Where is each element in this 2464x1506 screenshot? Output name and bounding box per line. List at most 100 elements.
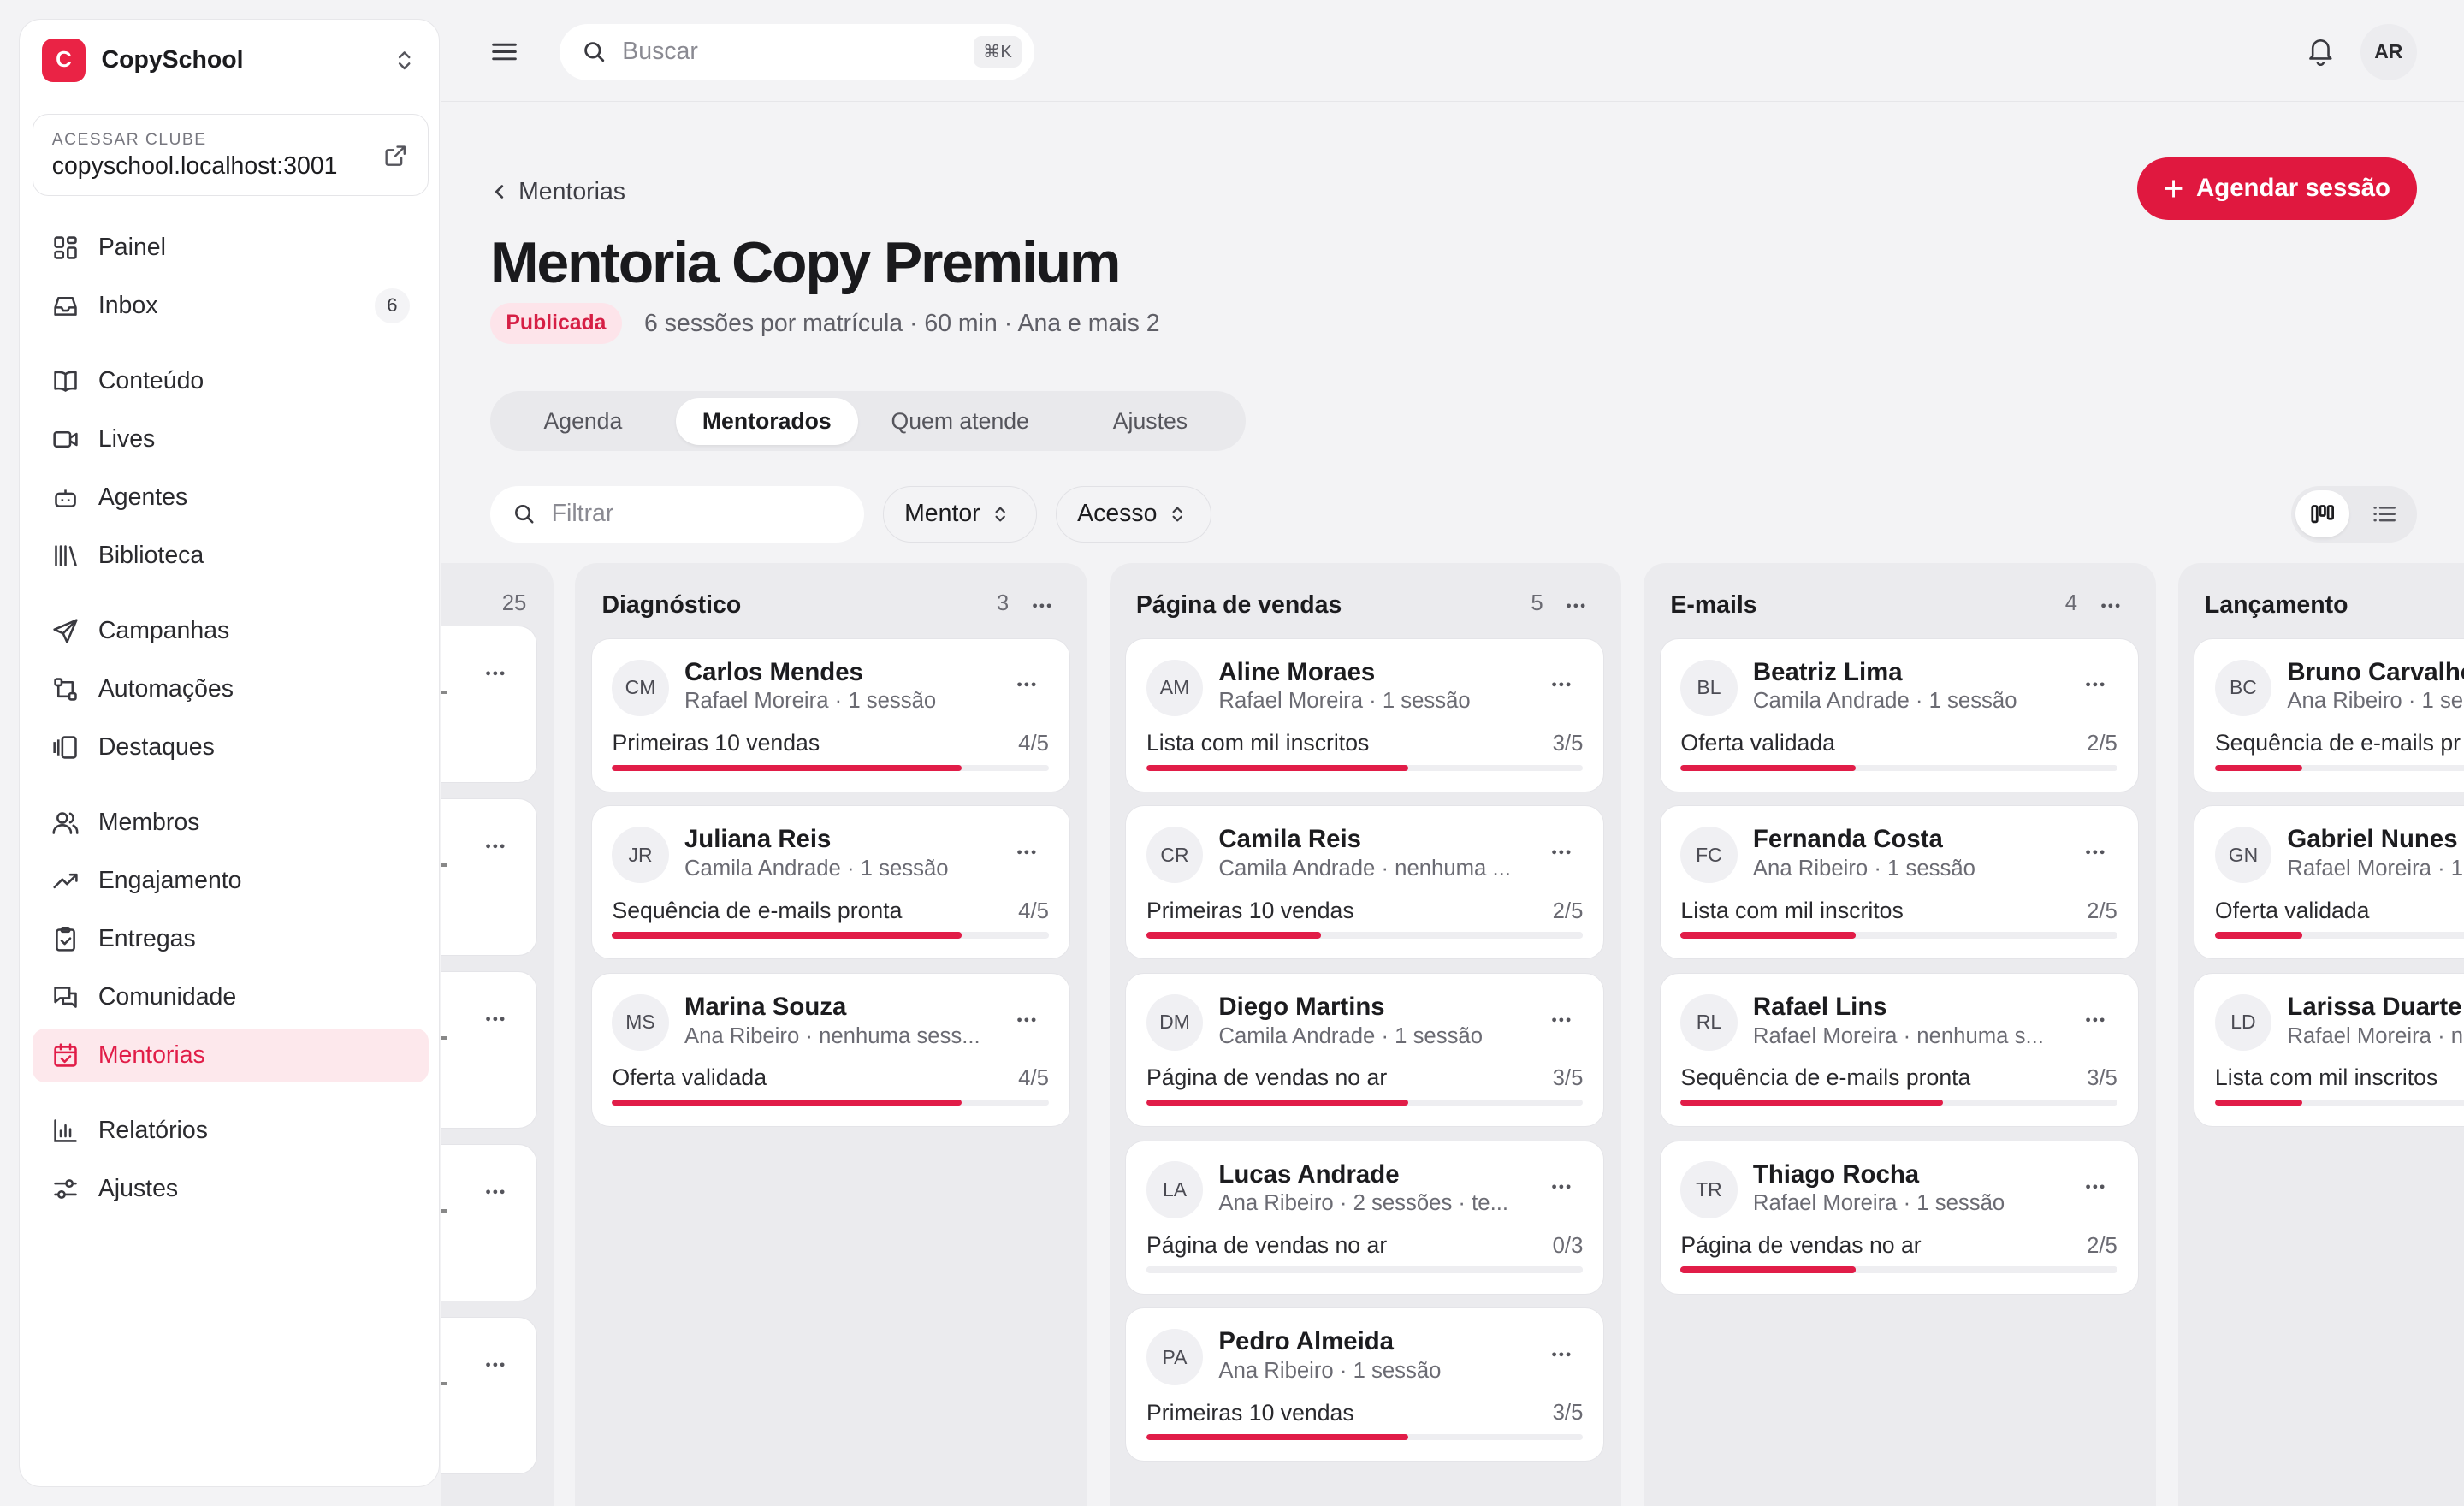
club-access-link[interactable]: ACESSAR CLUBE copyschool.localhost:3001	[32, 114, 429, 196]
avatar: LA	[1146, 1161, 1204, 1218]
sidebar-item-conteudo[interactable]: Conteúdo	[33, 354, 429, 407]
more-horizontal-icon[interactable]	[1550, 1176, 1573, 1198]
tab-ajustes[interactable]: Ajustes	[1063, 398, 1239, 445]
mentee-card[interactable]: DM Diego Martins Camila Andrade · 1 sessão…	[1125, 972, 1605, 1127]
board-card-partial[interactable]	[441, 1317, 538, 1474]
more-horizontal-icon[interactable]	[1016, 1008, 1038, 1030]
workspace-switcher[interactable]: C CopySchool	[41, 39, 418, 83]
mentee-card[interactable]: FC Fernanda Costa Ana Ribeiro · 1 sessão Li…	[1659, 805, 2139, 960]
avatar: TR	[1680, 1161, 1738, 1218]
progress-fill	[1680, 1099, 1943, 1106]
board-card-partial[interactable]	[441, 798, 538, 956]
avatar: BC	[2214, 659, 2272, 716]
sidebar-item-agentes[interactable]: Agentes	[33, 471, 429, 524]
breadcrumb[interactable]: Mentorias	[490, 176, 625, 208]
more-horizontal-icon[interactable]	[484, 1181, 506, 1203]
sidebar-item-biblioteca[interactable]: Biblioteca	[33, 529, 429, 582]
more-horizontal-icon[interactable]	[484, 662, 506, 685]
sidebar-item-engajamento[interactable]: Engajamento	[33, 854, 429, 907]
mentee-card[interactable]: AM Aline Moraes Rafael Moreira · 1 sessão L…	[1125, 637, 1605, 792]
breadcrumb-label: Mentorias	[518, 177, 626, 205]
progress-bar	[1146, 1099, 1584, 1106]
mentee-card[interactable]: PA Pedro Almeida Ana Ribeiro · 1 sessão Pri…	[1125, 1307, 1605, 1462]
sidebar-item-membros[interactable]: Membros	[33, 796, 429, 849]
mentee-card[interactable]: TR Thiago Rocha Rafael Moreira · 1 sessão P…	[1659, 1140, 2139, 1295]
sidebar-item-lives[interactable]: Lives	[33, 412, 429, 465]
more-horizontal-icon[interactable]	[2084, 673, 2106, 696]
access-dropdown[interactable]: Acesso	[1056, 485, 1212, 543]
more-horizontal-icon[interactable]	[2084, 1008, 2106, 1030]
mentee-details: Rafael Moreira · 1	[2287, 857, 2464, 881]
progress-count: 2/5	[2087, 1233, 2118, 1258]
filter-input[interactable]: Filtrar	[490, 485, 865, 543]
sidebar-item-destaques[interactable]: Destaques	[33, 720, 429, 774]
more-horizontal-icon[interactable]	[484, 1008, 506, 1030]
mentee-card[interactable]: CM Carlos Mendes Rafael Moreira · 1 sessão…	[590, 637, 1070, 792]
chevron-left-icon	[495, 185, 504, 199]
board-column: Diagnóstico 3 CM Carlos Mendes Rafael Moreir…	[575, 562, 1087, 1506]
mentee-card[interactable]: GN Gabriel Nunes Rafael Moreira · 1 Oferta …	[2194, 805, 2464, 960]
users-icon	[51, 809, 80, 837]
mentee-card[interactable]: BL Beatriz Lima Camila Andrade · 1 sessão O…	[1659, 637, 2139, 792]
more-horizontal-icon[interactable]	[484, 835, 506, 857]
mentee-card[interactable]: RL Rafael Lins Rafael Moreira · nenhuma s.…	[1659, 972, 2139, 1127]
global-search-input[interactable]: Buscar ⌘K	[559, 23, 1034, 80]
mentor-dropdown[interactable]: Mentor	[883, 485, 1038, 543]
bell-icon[interactable]	[2305, 34, 2337, 67]
tab-quem-atende[interactable]: Quem atende	[864, 398, 1056, 445]
clipboard-check-icon	[51, 925, 80, 953]
mentee-card[interactable]: LA Lucas Andrade Ana Ribeiro · 2 sessões ·…	[1125, 1140, 1605, 1295]
sidebar-item-ajustes[interactable]: Ajustes	[33, 1162, 429, 1215]
board-card-partial[interactable]	[441, 625, 538, 783]
sidebar-item-inbox[interactable]: Inbox 6	[33, 279, 429, 332]
sidebar-item-campanhas[interactable]: Campanhas	[33, 604, 429, 657]
tab-agenda[interactable]: Agenda	[496, 398, 669, 445]
sidebar-item-entregas[interactable]: Entregas	[33, 912, 429, 965]
user-avatar[interactable]: AR	[2360, 23, 2417, 80]
more-horizontal-icon[interactable]	[1550, 1008, 1573, 1030]
more-horizontal-icon[interactable]	[1565, 594, 1587, 616]
list-view-button[interactable]	[2357, 490, 2410, 537]
board-card-partial[interactable]	[441, 1144, 538, 1301]
mentee-card[interactable]: JR Juliana Reis Camila Andrade · 1 sessão S…	[590, 805, 1070, 960]
more-horizontal-icon[interactable]	[2084, 1176, 2106, 1198]
more-horizontal-icon[interactable]	[1016, 841, 1038, 863]
schedule-session-button[interactable]: + Agendar sessão	[2136, 157, 2417, 221]
board-card-partial[interactable]	[441, 971, 538, 1129]
more-horizontal-icon[interactable]	[484, 1354, 506, 1376]
sidebar-item-mentorias[interactable]: Mentorias	[32, 1029, 429, 1082]
mentee-card[interactable]: LD Larissa Duarte Rafael Moreira · n Lista …	[2194, 972, 2464, 1127]
more-horizontal-icon[interactable]	[1550, 673, 1573, 696]
more-horizontal-icon[interactable]	[2100, 594, 2122, 616]
board-view-button[interactable]	[2295, 490, 2349, 538]
schedule-session-label: Agendar sessão	[2196, 174, 2390, 203]
mentee-details: Camila Andrade · nenhuma ...	[1218, 857, 1511, 881]
sidebar-item-painel[interactable]: Painel	[33, 221, 429, 274]
mentee-details: Ana Ribeiro · 1 se	[2287, 689, 2464, 714]
chevron-up-down-icon	[995, 507, 1006, 522]
tab-mentorados[interactable]: Mentorados	[675, 397, 858, 445]
more-horizontal-icon[interactable]	[1550, 1343, 1573, 1366]
mentee-details: Ana Ribeiro · 1 sessão	[1218, 1358, 1442, 1383]
mentee-card[interactable]: MS Marina Souza Ana Ribeiro · nenhuma sess…	[590, 972, 1070, 1127]
menu-icon[interactable]	[490, 38, 518, 66]
sidebar-item-automacoes[interactable]: Automações	[33, 662, 429, 715]
progress-count: 2/5	[1552, 898, 1584, 923]
more-horizontal-icon[interactable]	[1550, 841, 1573, 863]
sidebar-item-label: Destaques	[98, 732, 215, 761]
sidebar-item-label: Ajustes	[98, 1175, 179, 1203]
progress-fill	[612, 764, 962, 771]
more-horizontal-icon[interactable]	[2084, 841, 2106, 863]
mentee-card[interactable]: CR Camila Reis Camila Andrade · nenhuma ..…	[1125, 805, 1605, 960]
more-horizontal-icon[interactable]	[1031, 594, 1053, 616]
mentee-name: Camila Reis	[1218, 825, 1361, 854]
sidebar-item-label: Conteúdo	[98, 366, 204, 394]
progress-bar	[1146, 932, 1584, 939]
more-horizontal-icon[interactable]	[1016, 673, 1038, 696]
workflow-icon	[51, 675, 80, 703]
mentee-card[interactable]: BC Bruno Carvalho Ana Ribeiro · 1 se Sequên…	[2194, 637, 2464, 792]
sidebar-item-comunidade[interactable]: Comunidade	[33, 970, 429, 1023]
board-column-partial: 25	[441, 562, 554, 1506]
avatar: BL	[1680, 659, 1738, 716]
sidebar-item-relatorios[interactable]: Relatórios	[33, 1104, 429, 1157]
